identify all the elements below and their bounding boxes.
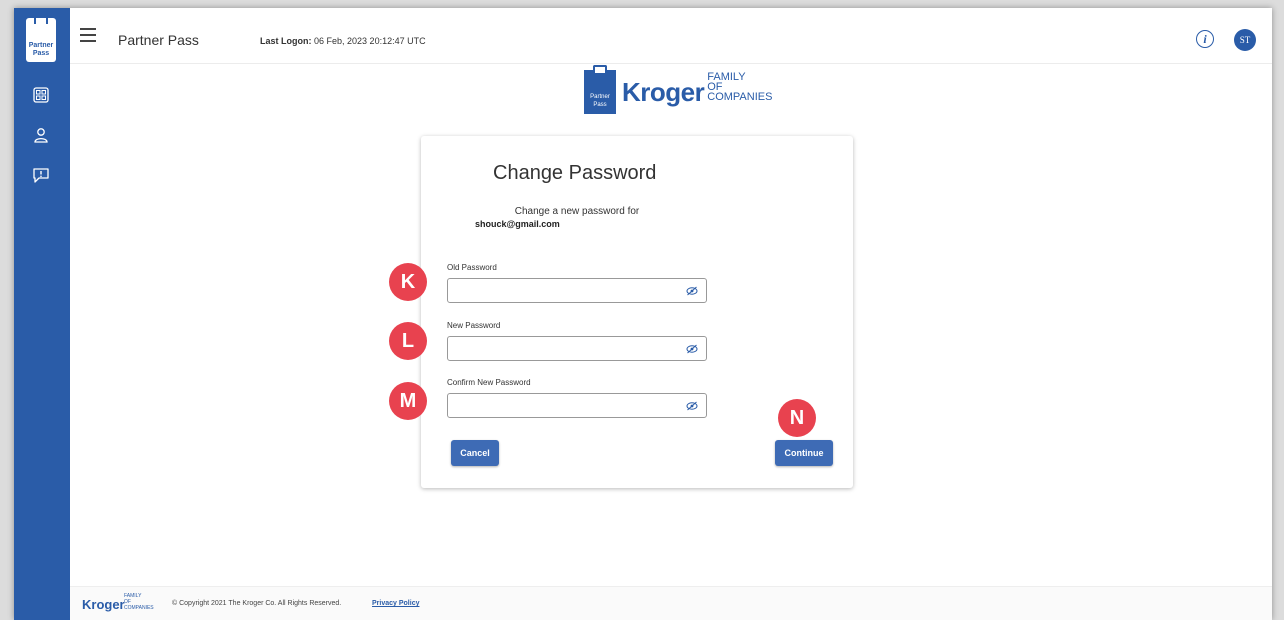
- last-logon: Last Logon: 06 Feb, 2023 20:12:47 UTC: [260, 36, 426, 46]
- partner-pass-logo[interactable]: Partner Pass: [26, 16, 56, 62]
- footer-family-of-companies: FAMILY OF COMPANIES: [124, 593, 154, 611]
- hamburger-menu-icon[interactable]: [80, 28, 96, 42]
- copyright-text: © Copyright 2021 The Kroger Co. All Righ…: [172, 600, 342, 607]
- family-of-companies: FAMILY OF COMPANIES: [707, 72, 773, 103]
- toggle-visibility-icon[interactable]: [686, 344, 698, 354]
- app-title: Partner Pass: [118, 32, 199, 48]
- account-email: shouck@gmail.com: [475, 219, 560, 229]
- side-logo-line2: Pass: [32, 50, 50, 57]
- feedback-icon[interactable]: [30, 164, 52, 186]
- top-bar: Partner Pass Last Logon: 06 Feb, 2023 20…: [70, 8, 1272, 64]
- partner-pass-badge: Partner Pass: [584, 65, 616, 114]
- avatar[interactable]: ST: [1234, 29, 1256, 51]
- confirm-password-label: Confirm New Password: [447, 378, 531, 387]
- sidebar: Partner Pass: [14, 8, 70, 620]
- kroger-family-logo: Partner Pass Kroger FAMILY OF COMPANIES: [584, 65, 773, 114]
- family-line3: COMPANIES: [707, 91, 773, 103]
- user-icon[interactable]: [30, 124, 52, 146]
- callout-k: K: [389, 263, 427, 301]
- callout-l: L: [389, 322, 427, 360]
- old-password-field[interactable]: [447, 278, 707, 303]
- toggle-visibility-icon[interactable]: [686, 401, 698, 411]
- page-title: Change Password: [493, 162, 657, 184]
- footer-family-line3: COMPANIES: [124, 605, 154, 611]
- toggle-visibility-icon[interactable]: [686, 286, 698, 296]
- brand-box-line2: Pass: [593, 102, 607, 108]
- brand-box-line1: Partner: [590, 94, 610, 100]
- kroger-wordmark: Kroger: [622, 76, 705, 107]
- browser-frame: Partner Pass Partner Pass Last Logon: 06…: [14, 8, 1272, 620]
- callout-m: M: [389, 382, 427, 420]
- dashboard-icon[interactable]: [30, 84, 52, 106]
- cancel-button[interactable]: Cancel: [451, 440, 499, 466]
- footer: Kroger FAMILY OF COMPANIES © Copyright 2…: [70, 586, 1272, 620]
- privacy-policy-link[interactable]: Privacy Policy: [372, 600, 419, 607]
- side-logo-line1: Partner: [28, 42, 54, 49]
- confirm-password-field[interactable]: [447, 393, 707, 418]
- info-icon[interactable]: i: [1196, 30, 1214, 48]
- last-logon-value: 06 Feb, 2023 20:12:47 UTC: [314, 36, 426, 46]
- new-password-label: New Password: [447, 321, 501, 330]
- new-password-field[interactable]: [447, 336, 707, 361]
- footer-kroger-logo: Kroger: [82, 597, 125, 612]
- old-password-label: Old Password: [447, 263, 497, 272]
- last-logon-label: Last Logon:: [260, 36, 312, 46]
- continue-button[interactable]: Continue: [775, 440, 833, 466]
- form-subtitle: Change a new password for: [514, 206, 640, 217]
- callout-n: N: [778, 399, 816, 437]
